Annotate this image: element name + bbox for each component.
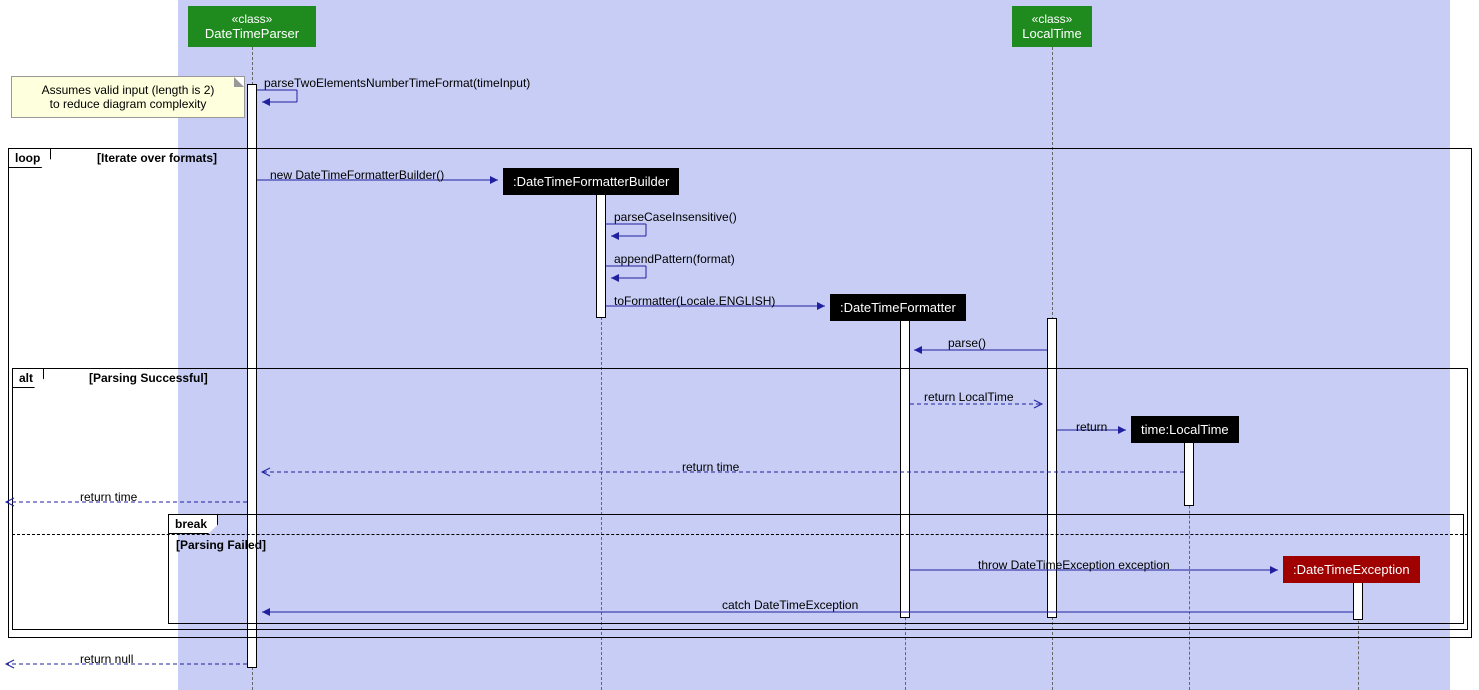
participant-exception: :DateTimeException [1283,556,1420,583]
msg-return-time-2: return time [80,490,137,504]
participant-name: DateTimeParser [198,26,306,41]
frame-condition: [Iterate over formats] [97,151,217,165]
note-assumption: Assumes valid input (length is 2) to red… [11,76,245,118]
stereotype: «class» [198,12,306,26]
alt-else-label: [Parsing Failed] [176,538,266,552]
note-line: to reduce diagram complexity [20,97,236,111]
msg-catch-exception: catch DateTimeException [722,598,858,612]
msg-return-time-1: return time [682,460,739,474]
participant-name: LocalTime [1022,26,1082,41]
participant-datetimeparser: «class» DateTimeParser [188,6,316,47]
msg-to-formatter: toFormatter(Locale.ENGLISH) [614,294,775,308]
stereotype: «class» [1022,12,1082,26]
participant-formatter: :DateTimeFormatter [830,294,966,321]
alt-divider [12,534,1468,535]
participant-time-instance: time:LocalTime [1131,416,1239,443]
msg-throw-exception: throw DateTimeException exception [978,558,1170,572]
frame-tab: loop [9,149,51,168]
msg-return-localtime: return LocalTime [924,390,1014,404]
participant-builder: :DateTimeFormatterBuilder [503,168,679,195]
msg-parse-two-elements: parseTwoElementsNumberTimeFormat(timeInp… [264,76,530,90]
frame-condition: [Parsing Successful] [89,371,208,385]
note-line: Assumes valid input (length is 2) [20,83,236,97]
msg-append-pattern: appendPattern(format) [614,252,735,266]
msg-parse-case-insensitive: parseCaseInsensitive() [614,210,737,224]
msg-return: return [1076,420,1107,434]
frame-tab: break [169,515,218,534]
msg-parse: parse() [948,336,986,350]
frame-tab: alt [13,369,44,388]
msg-new-builder: new DateTimeFormatterBuilder() [270,168,444,182]
participant-localtime-class: «class» LocalTime [1012,6,1092,47]
msg-return-null: return null [80,652,133,666]
